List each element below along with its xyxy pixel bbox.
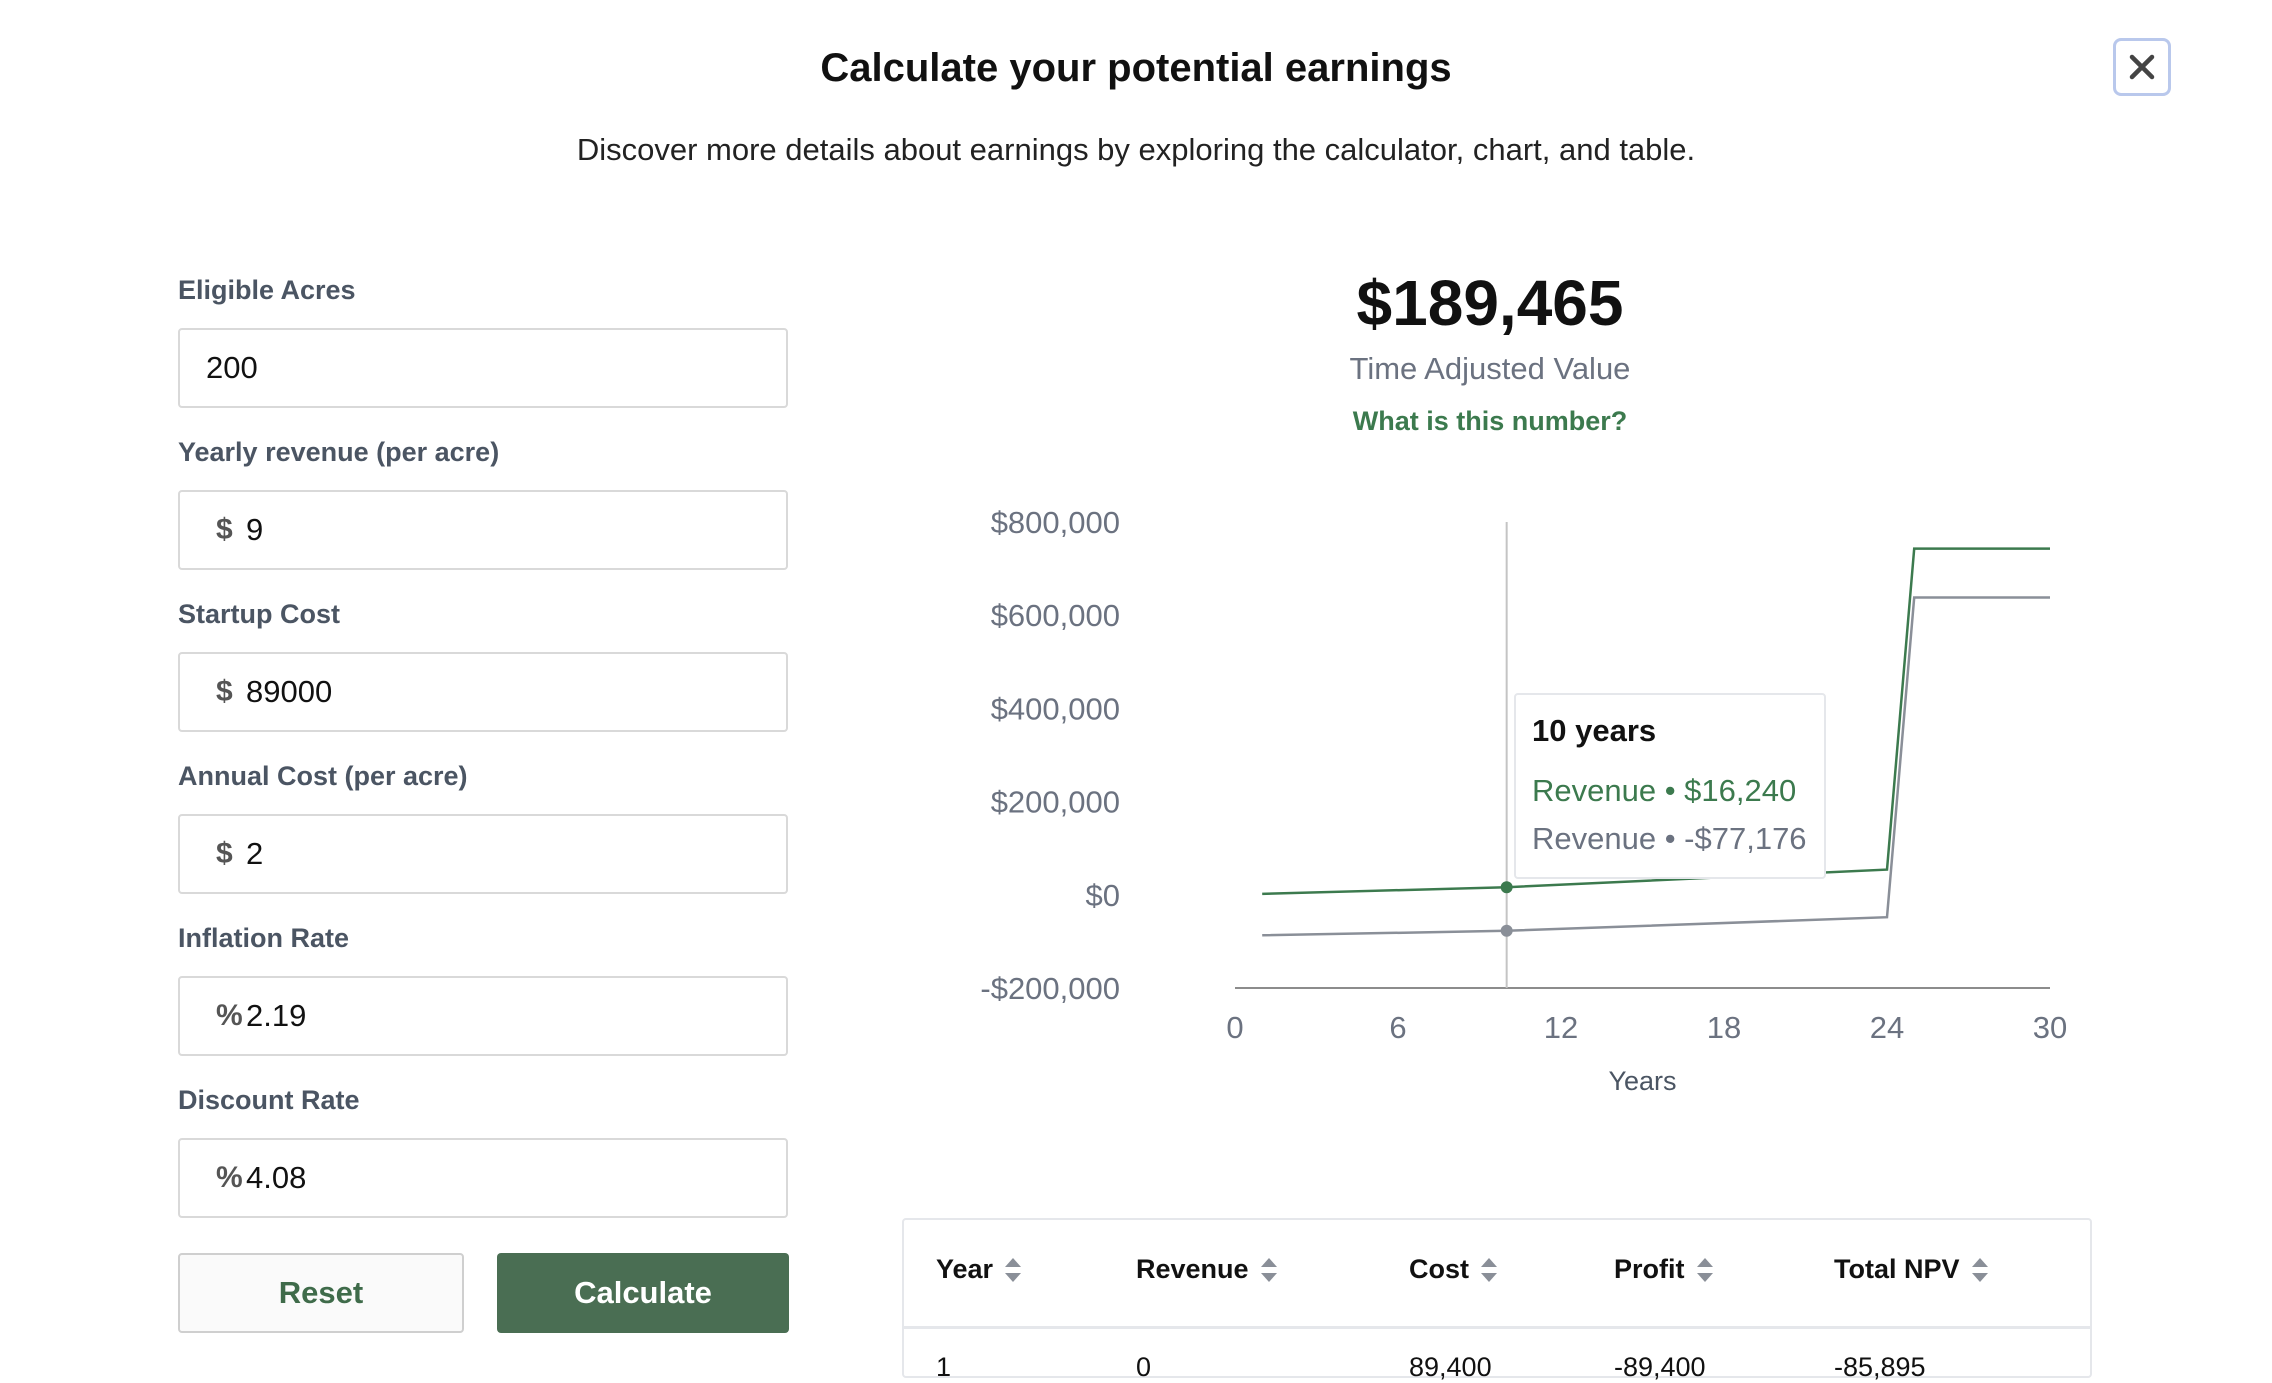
chart-tooltip: 10 years Revenue • $16,240 Revenue • -$7…: [1514, 693, 1826, 879]
table-cell-year: 1: [936, 1352, 951, 1383]
sort-icon[interactable]: [1970, 1255, 1990, 1285]
x-tick-label: 30: [2033, 1010, 2067, 1045]
x-axis-title: Years: [1608, 1066, 1676, 1096]
tooltip-row-revenue: Revenue • $16,240: [1532, 773, 1808, 809]
column-header-cost[interactable]: Cost: [1409, 1254, 1499, 1285]
column-header-total-npv[interactable]: Total NPV: [1834, 1254, 1990, 1285]
sort-icon[interactable]: [1479, 1255, 1499, 1285]
earnings-chart[interactable]: $800,000 $600,000 $400,000 $200,000 $0 -$200,…: [0, 0, 2272, 1140]
y-tick-label: $0: [1086, 878, 1120, 913]
column-header-profit[interactable]: Profit: [1614, 1254, 1715, 1285]
earnings-table: YearRevenueCostProfitTotal NPV1089,400-8…: [902, 1218, 2092, 1378]
column-header-revenue[interactable]: Revenue: [1136, 1254, 1279, 1285]
y-tick-label: -$200,000: [980, 971, 1120, 1006]
column-header-label: Profit: [1614, 1254, 1685, 1285]
sort-icon[interactable]: [1695, 1255, 1715, 1285]
x-tick-label: 24: [1870, 1010, 1904, 1045]
table-cell-total-npv: -85,895: [1834, 1352, 1926, 1383]
x-tick-label: 0: [1226, 1010, 1243, 1045]
data-point-npv: [1501, 925, 1513, 937]
column-header-label: Total NPV: [1834, 1254, 1960, 1285]
table-cell-profit: -89,400: [1614, 1352, 1706, 1383]
sort-icon[interactable]: [1259, 1255, 1279, 1285]
discount-rate-field[interactable]: % 4.08: [178, 1138, 788, 1218]
tooltip-row-npv: Revenue • -$77,176: [1532, 821, 1808, 857]
column-header-label: Cost: [1409, 1254, 1469, 1285]
y-tick-label: $200,000: [991, 785, 1120, 820]
tooltip-title: 10 years: [1532, 713, 1808, 749]
y-tick-label: $600,000: [991, 598, 1120, 633]
discount-rate-value[interactable]: 4.08: [246, 1160, 306, 1196]
table-cell-cost: 89,400: [1409, 1352, 1492, 1383]
y-tick-label: $800,000: [991, 505, 1120, 540]
column-header-year[interactable]: Year: [936, 1254, 1023, 1285]
x-tick-label: 18: [1707, 1010, 1741, 1045]
table-cell-revenue: 0: [1136, 1352, 1151, 1383]
sort-icon[interactable]: [1003, 1255, 1023, 1285]
x-tick-label: 6: [1389, 1010, 1406, 1045]
column-header-label: Revenue: [1136, 1254, 1249, 1285]
reset-button[interactable]: Reset: [178, 1253, 464, 1333]
calculate-button[interactable]: Calculate: [497, 1253, 789, 1333]
percent-prefix: %: [180, 1161, 246, 1195]
data-point-revenue: [1501, 881, 1513, 893]
y-tick-label: $400,000: [991, 691, 1120, 726]
column-header-label: Year: [936, 1254, 993, 1285]
x-tick-label: 12: [1544, 1010, 1578, 1045]
